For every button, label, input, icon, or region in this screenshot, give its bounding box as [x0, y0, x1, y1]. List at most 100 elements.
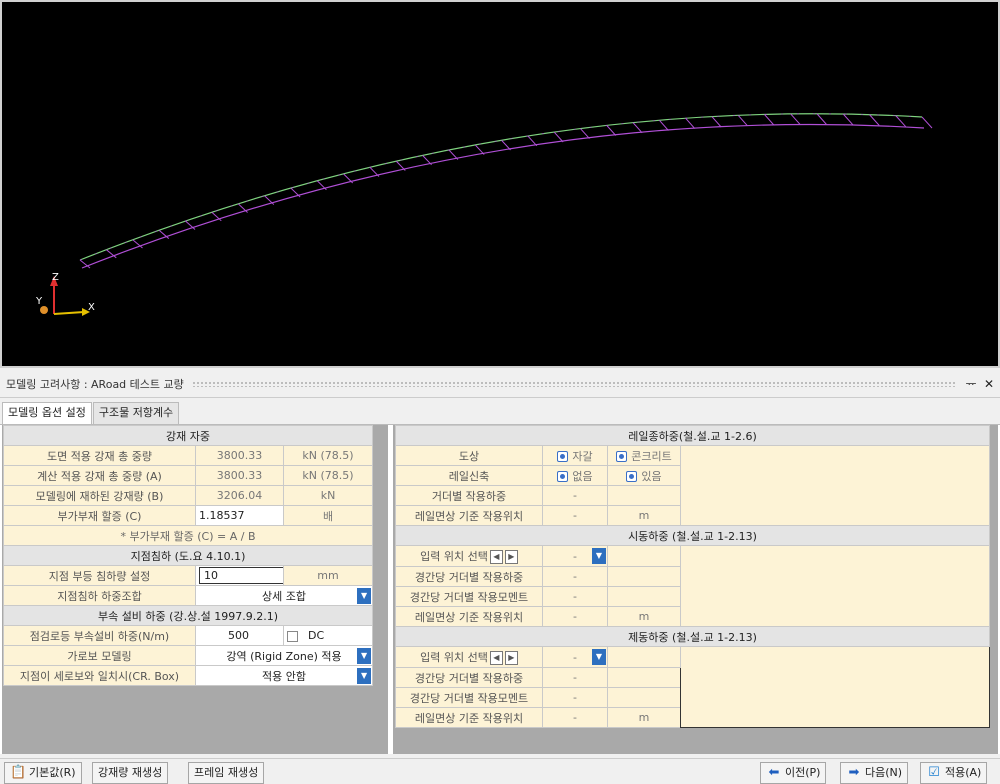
close-icon[interactable]: ✕ [982, 377, 996, 391]
cross-beam [685, 117, 696, 129]
row-unit: kN (78.5) [282, 445, 374, 466]
prev-arrow-icon[interactable]: ◀ [489, 550, 503, 564]
blank-cell [607, 545, 681, 567]
chevron-down-icon[interactable]: ▼ [357, 588, 372, 604]
blank-cell [607, 586, 681, 607]
row-label: 계산 적용 강재 총 중량 (A) [3, 465, 196, 486]
row-label: 도상 [395, 445, 543, 466]
cross-beam [606, 125, 617, 136]
radio-exists[interactable]: 있음 [607, 465, 681, 486]
tab-resistance-factor[interactable]: 구조물 저항계수 [92, 402, 180, 424]
blank-cell [607, 667, 681, 688]
dropdown-value: - [573, 549, 577, 563]
pin-icon[interactable]: ᅲ [964, 375, 978, 392]
cross-beam [816, 113, 827, 125]
row-unit: mm [282, 565, 374, 586]
attach-load-input[interactable]: 500 [195, 625, 284, 646]
row-value: - [542, 707, 608, 728]
extra-factor-input[interactable]: 1.18537 [195, 505, 284, 526]
axis-y-label: Y [35, 296, 43, 307]
bottom-toolbar: 📋 기본값(R) 강재량 재생성 프레임 재생성 ⬅ 이전(P) ➡ 다음(N) ☑ 적… [0, 758, 1000, 784]
radio-icon [626, 471, 638, 482]
row-value: - [542, 505, 608, 526]
settlement-input[interactable]: 10 [199, 567, 283, 584]
next-arrow-icon[interactable]: ▶ [504, 651, 518, 665]
tab-content: 강재 자중 도면 적용 강재 총 중량 3800.33 kN (78.5) 계산… [0, 424, 1000, 754]
blank-cell [680, 545, 990, 627]
row-label: 가로보 모델링 [3, 645, 196, 666]
radio-icon [557, 451, 569, 462]
radio-none[interactable]: 없음 [542, 465, 608, 486]
row-label: 레일면상 기준 작용위치 [395, 606, 543, 627]
arrow-left-icon: ⬅ [768, 765, 780, 780]
row-label: 경간당 거더별 작용하중 [395, 566, 543, 587]
select-label: 입력 위치 선택 [420, 651, 488, 664]
row-unit: m [607, 606, 681, 627]
chevron-down-icon[interactable]: ▼ [357, 668, 372, 684]
axis-x-label: X [88, 302, 95, 313]
brake-position-dropdown[interactable]: - ▼ [542, 646, 608, 668]
next-button[interactable]: ➡ 다음(N) [840, 762, 909, 784]
tab-bar: 모델링 옵션 설정 구조물 저항계수 [2, 402, 180, 425]
row-label: 지점침하 하중조합 [3, 585, 196, 606]
row-label: 모델링에 재하된 강재량 (B) [3, 485, 196, 506]
row-label: 레일면상 기준 작용위치 [395, 505, 543, 526]
frame-regen-button[interactable]: 프레임 재생성 [188, 762, 265, 784]
row-label: 레일신축 [395, 465, 543, 486]
row-value: - [542, 586, 608, 607]
row-label: 지점 부등 침하량 설정 [3, 565, 196, 586]
steel-regen-button[interactable]: 강재량 재생성 [92, 762, 169, 784]
default-button[interactable]: 📋 기본값(R) [4, 762, 82, 784]
row-value: 3800.33 [195, 465, 284, 486]
arrow-right-icon: ➡ [848, 765, 860, 780]
select-label: 입력 위치 선택 [420, 550, 488, 563]
panel-title: 모델링 고려사항 : ARoad 테스트 교량 [6, 377, 184, 391]
start-header: 시동하중 (철.설.교 1-2.13) [395, 525, 990, 546]
row-unit: kN (78.5) [282, 465, 374, 486]
row-unit: m [607, 707, 681, 728]
settle-combo-dropdown[interactable]: 상세 조합 ▼ [194, 585, 374, 606]
crbox-dropdown[interactable]: 적용 안함 ▼ [194, 665, 374, 686]
chevron-down-icon[interactable]: ▼ [592, 548, 606, 564]
start-position-dropdown[interactable]: - ▼ [542, 545, 608, 567]
radio-icon [616, 451, 628, 462]
next-arrow-icon[interactable]: ▶ [504, 550, 518, 564]
panel-title-bar: 모델링 고려사항 : ARoad 테스트 교량 ᅲ ✕ [0, 370, 1000, 398]
prev-button[interactable]: ⬅ 이전(P) [760, 762, 827, 784]
blank-cell [607, 687, 681, 708]
row-label: 경간당 거더별 작용모멘트 [395, 687, 543, 708]
row-label: 거더별 작용하중 [395, 485, 543, 506]
button-label: 적용(A) [945, 766, 982, 779]
row-label: 점검로등 부속설비 하중(N/m) [3, 625, 196, 646]
cross-beam [711, 116, 722, 128]
row-value: - [542, 667, 608, 688]
apply-button[interactable]: ☑ 적용(A) [920, 762, 988, 784]
cross-beam [921, 116, 933, 129]
row-value: - [542, 566, 608, 587]
radio-concrete[interactable]: 콘크리트 [607, 445, 681, 466]
radio-gravel[interactable]: 자갈 [542, 445, 608, 466]
blank-cell [607, 566, 681, 587]
chevron-down-icon[interactable]: ▼ [592, 649, 606, 665]
attach-header: 부속 설비 하중 (강.상.설 1997.9.2.1) [2, 605, 374, 626]
chevron-down-icon[interactable]: ▼ [357, 648, 372, 664]
dc-checkbox[interactable] [287, 630, 298, 642]
axis-z-label: Z [52, 272, 59, 283]
row-label: 입력 위치 선택 ◀ ▶ [395, 545, 543, 567]
bridge-model: Z Y X [35, 113, 933, 316]
prev-arrow-icon[interactable]: ◀ [489, 651, 503, 665]
brake-header: 제동하중 (철.설.교 1-2.13) [395, 626, 990, 647]
radio-icon [557, 471, 569, 482]
drag-grip[interactable] [191, 380, 956, 387]
row-value: - [542, 606, 608, 627]
cross-beam [632, 122, 643, 134]
dropdown-value: - [573, 650, 577, 664]
model-viewport[interactable]: Z Y X [0, 0, 1000, 368]
cross-beam [842, 113, 854, 126]
tab-modeling-options[interactable]: 모델링 옵션 설정 [2, 402, 92, 425]
radio-label: 있음 [641, 469, 662, 483]
cross-beam [790, 113, 801, 125]
dropdown-value: 상세 조합 [262, 589, 306, 603]
crossbeam-model-dropdown[interactable]: 강역 (Rigid Zone) 적용 ▼ [194, 645, 374, 666]
left-options-grid: 강재 자중 도면 적용 강재 총 중량 3800.33 kN (78.5) 계산… [2, 425, 374, 686]
